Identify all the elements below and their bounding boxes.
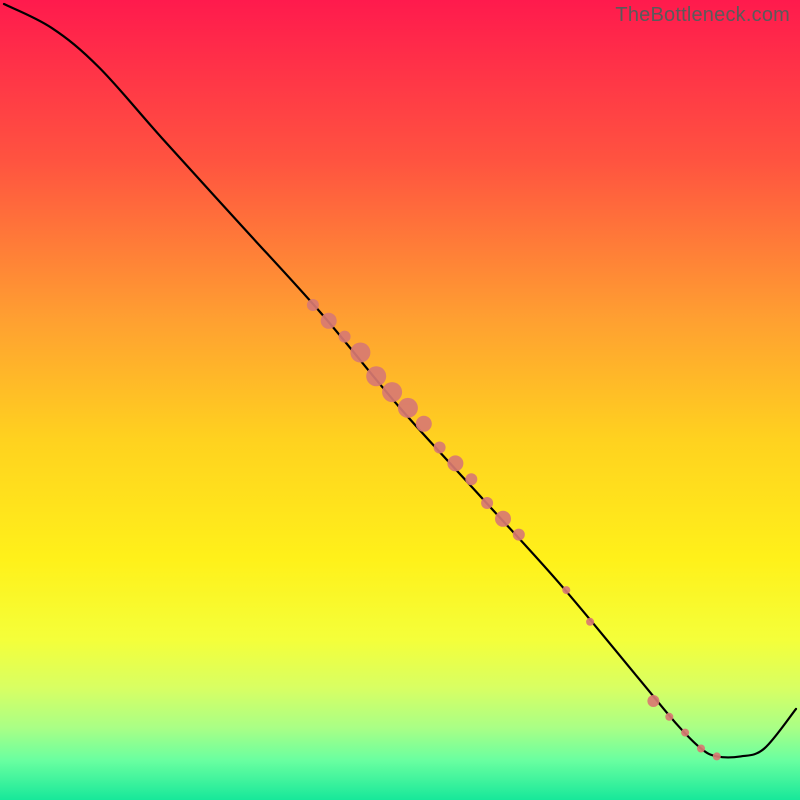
marker-point: [465, 473, 477, 485]
marker-point: [562, 586, 570, 594]
marker-point: [447, 455, 463, 471]
marker-point: [416, 416, 432, 432]
marker-point: [339, 331, 351, 343]
chart-background: [0, 0, 800, 800]
marker-point: [586, 618, 594, 626]
marker-point: [350, 343, 370, 363]
marker-point: [513, 529, 525, 541]
marker-point: [713, 752, 721, 760]
chart-stage: TheBottleneck.com: [0, 0, 800, 800]
marker-point: [382, 382, 402, 402]
marker-point: [495, 511, 511, 527]
marker-point: [481, 497, 493, 509]
marker-point: [307, 299, 319, 311]
marker-point: [434, 442, 446, 454]
marker-point: [321, 313, 337, 329]
marker-point: [647, 695, 659, 707]
chart-svg: [0, 0, 800, 800]
watermark-label: TheBottleneck.com: [615, 4, 790, 27]
marker-point: [681, 729, 689, 737]
marker-point: [697, 745, 705, 753]
marker-point: [665, 713, 673, 721]
marker-point: [398, 398, 418, 418]
marker-point: [366, 366, 386, 386]
